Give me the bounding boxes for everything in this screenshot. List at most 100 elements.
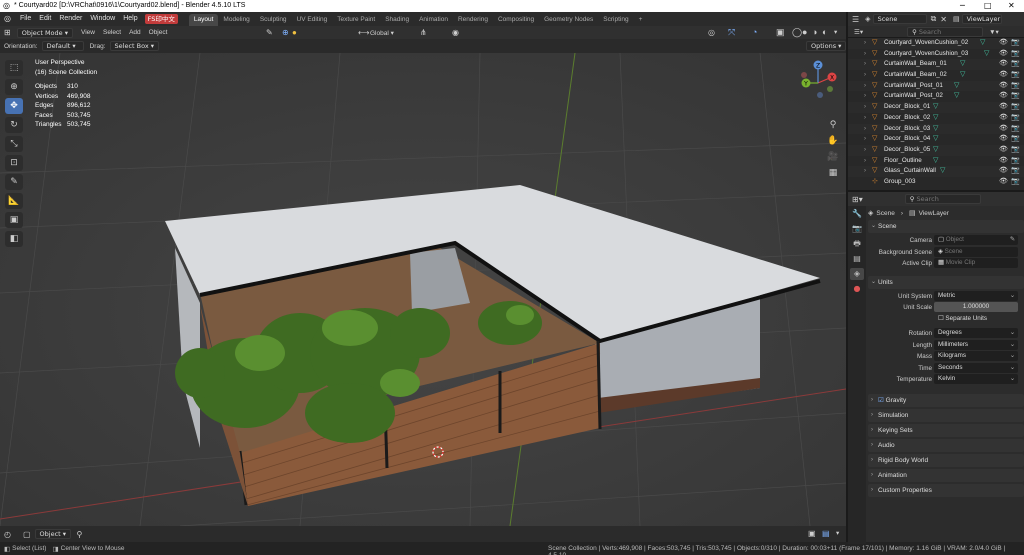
tab-modeling[interactable]: Modeling: [218, 14, 254, 26]
visibility-eye-icon[interactable]: 👁: [999, 166, 1008, 177]
tab-shading[interactable]: Shading: [380, 14, 414, 26]
editor-type-icon[interactable]: ⊞: [4, 28, 11, 37]
visibility-eye-icon[interactable]: 👁: [999, 156, 1008, 167]
blender-menu-icon[interactable]: ◎: [0, 12, 16, 26]
expand-arrow-icon[interactable]: ›: [864, 70, 866, 81]
rotation-dropdown[interactable]: Degrees ⌄: [934, 328, 1018, 338]
output-tab-icon[interactable]: 🖶: [850, 238, 864, 250]
render-camera-icon[interactable]: 📷: [1011, 49, 1020, 60]
drag-dropdown[interactable]: Select Box ▾: [109, 41, 160, 51]
maximize-icon[interactable]: □: [984, 1, 992, 10]
tab-sculpting[interactable]: Sculpting: [255, 14, 292, 26]
outliner-item[interactable]: › ▽ Glass_CurtainWall ▽ 👁 📷: [848, 166, 1024, 177]
outliner-item[interactable]: › ▽ Decor_Block_03 ▽ 👁 📷: [848, 123, 1024, 135]
temperature-dropdown[interactable]: Kelvin ⌄: [934, 374, 1018, 384]
outliner-item[interactable]: › ▽ Decor_Block_04 ▽ 👁 📷: [848, 134, 1024, 145]
zoom-icon[interactable]: ⚲: [826, 118, 840, 132]
transform-tool-icon[interactable]: ⊡: [5, 155, 23, 171]
panel-units-header[interactable]: ⌄ Units: [868, 275, 1024, 289]
menu-add[interactable]: Add: [129, 29, 141, 36]
expand-arrow-icon[interactable]: ›: [864, 59, 866, 70]
expand-arrow-icon[interactable]: ›: [864, 145, 866, 156]
visibility-eye-icon[interactable]: 👁: [999, 38, 1008, 49]
visibility-eye-icon[interactable]: 👁: [999, 102, 1008, 113]
panel-simulation-header[interactable]: › Simulation: [868, 408, 1024, 422]
shading-options-icon[interactable]: ▾: [834, 28, 837, 36]
render-camera-icon[interactable]: 📷: [1011, 177, 1020, 188]
footer-options-icon[interactable]: ▾: [836, 529, 839, 537]
close-icon[interactable]: ✕: [1008, 1, 1015, 10]
tab-scripting[interactable]: Scripting: [598, 14, 633, 26]
length-dropdown[interactable]: Millimeters ⌄: [934, 339, 1018, 350]
visibility-eye-icon[interactable]: 👁: [999, 81, 1008, 92]
xray-icon[interactable]: ▣: [776, 27, 785, 38]
addon-badge[interactable]: FS印中文: [144, 14, 178, 24]
tab-layout[interactable]: Layout: [188, 13, 219, 26]
mode-dropdown[interactable]: Object Mode ▾: [16, 27, 73, 38]
render-camera-icon[interactable]: 📷: [1011, 134, 1020, 145]
panel-scene-header[interactable]: ⌄ Scene: [868, 220, 1024, 233]
add-workspace-icon[interactable]: +: [634, 14, 648, 26]
transform-orientation-dropdown[interactable]: Global ▾: [370, 29, 394, 37]
visibility-eye-icon[interactable]: 👁: [999, 49, 1008, 60]
annotate-tool-icon[interactable]: ✎: [5, 174, 23, 190]
properties-search-input[interactable]: ⚲ Search: [904, 194, 981, 204]
outliner-editor-icon[interactable]: ☰: [852, 15, 859, 24]
world-tab-icon[interactable]: ●: [850, 283, 864, 295]
outliner-item[interactable]: › ▽ CurtainWall_Beam_01 ▽ 👁 📷: [848, 59, 1024, 71]
background-scene-field[interactable]: ◈ Scene: [934, 246, 1018, 257]
visibility-eye-icon[interactable]: 👁: [999, 91, 1008, 102]
gravity-checkbox[interactable]: ☑: [878, 397, 884, 404]
scene-tab-icon[interactable]: ◈: [850, 268, 864, 280]
solid-shading-icon[interactable]: ●: [802, 27, 807, 37]
render-camera-icon[interactable]: 📷: [1011, 38, 1020, 49]
orientation-dropdown[interactable]: Default ▾: [41, 41, 84, 51]
expand-arrow-icon[interactable]: ›: [864, 81, 866, 92]
camera-field[interactable]: ▢ Object ✎: [934, 235, 1018, 245]
panel-audio-header[interactable]: › Audio: [868, 438, 1024, 452]
render-camera-icon[interactable]: 📷: [1011, 81, 1020, 92]
scene-dropdown[interactable]: Scene: [872, 14, 927, 24]
minimize-icon[interactable]: ─: [960, 1, 965, 10]
render-camera-icon[interactable]: 📷: [1011, 102, 1020, 113]
visibility-eye-icon[interactable]: 👁: [999, 177, 1008, 188]
outliner-item[interactable]: › ▽ Decor_Block_01 ▽ 👁 📷: [848, 102, 1024, 113]
3d-viewport[interactable]: X Y Z: [0, 53, 846, 526]
menu-object[interactable]: Object: [149, 29, 168, 36]
panel-rigid-body-header[interactable]: › Rigid Body World: [868, 453, 1024, 467]
outliner-item[interactable]: ⊹ Group_003 👁 📷: [848, 177, 1024, 188]
tab-texture-paint[interactable]: Texture Paint: [332, 14, 380, 26]
menu-render[interactable]: Render: [55, 12, 86, 26]
outliner-item[interactable]: › ▽ Decor_Block_02 ▽ 👁 📷: [848, 113, 1024, 124]
rendered-shading-icon[interactable]: ◐: [822, 27, 827, 37]
render-camera-icon[interactable]: 📷: [1011, 113, 1020, 124]
menu-file[interactable]: File: [16, 12, 35, 26]
footer-filter-icon[interactable]: ▤: [822, 529, 830, 538]
expand-arrow-icon[interactable]: ›: [864, 124, 866, 135]
options-dropdown[interactable]: Options ▾: [806, 41, 847, 51]
expand-arrow-icon[interactable]: ›: [864, 156, 866, 167]
visibility-icon[interactable]: ◎: [708, 28, 715, 37]
visibility-eye-icon[interactable]: 👁: [999, 145, 1008, 156]
eyedropper-icon[interactable]: ✎: [266, 28, 273, 37]
panel-keying-sets-header[interactable]: › Keying Sets: [868, 423, 1024, 437]
material-shading-icon[interactable]: ◑: [812, 27, 817, 37]
outliner-item[interactable]: › ▽ CurtainWall_Post_01 ▽ 👁 📷: [848, 80, 1024, 92]
gizmo-toggle-icon[interactable]: ⤧: [728, 27, 735, 38]
properties-editor-icon[interactable]: ⊞▾: [852, 195, 863, 204]
tab-animation[interactable]: Animation: [414, 14, 453, 26]
render-tab-icon[interactable]: 📷: [850, 223, 864, 235]
render-camera-icon[interactable]: 📷: [1011, 91, 1020, 102]
outliner-item[interactable]: › ▽ CurtainWall_Post_02 ▽ 👁 📷: [848, 91, 1024, 102]
menu-view[interactable]: View: [81, 29, 95, 36]
unit-scale-field[interactable]: 1.000000: [934, 302, 1018, 312]
render-camera-icon[interactable]: 📷: [1011, 145, 1020, 156]
expand-arrow-icon[interactable]: ›: [864, 49, 866, 60]
viewlayer-dropdown[interactable]: ViewLayer: [961, 14, 1002, 24]
outliner-item[interactable]: › ▽ Courtyard_WovenCushion_03 ▽ 👁 📷: [848, 49, 1024, 60]
tab-geometry-nodes[interactable]: Geometry Nodes: [539, 14, 598, 26]
mass-dropdown[interactable]: Kilograms ⌄: [934, 351, 1018, 361]
wireframe-shading-icon[interactable]: ◯: [792, 27, 802, 38]
footer-snap-icon[interactable]: ▣: [808, 529, 816, 538]
panel-gravity-header[interactable]: › ☑ Gravity: [868, 393, 1024, 407]
